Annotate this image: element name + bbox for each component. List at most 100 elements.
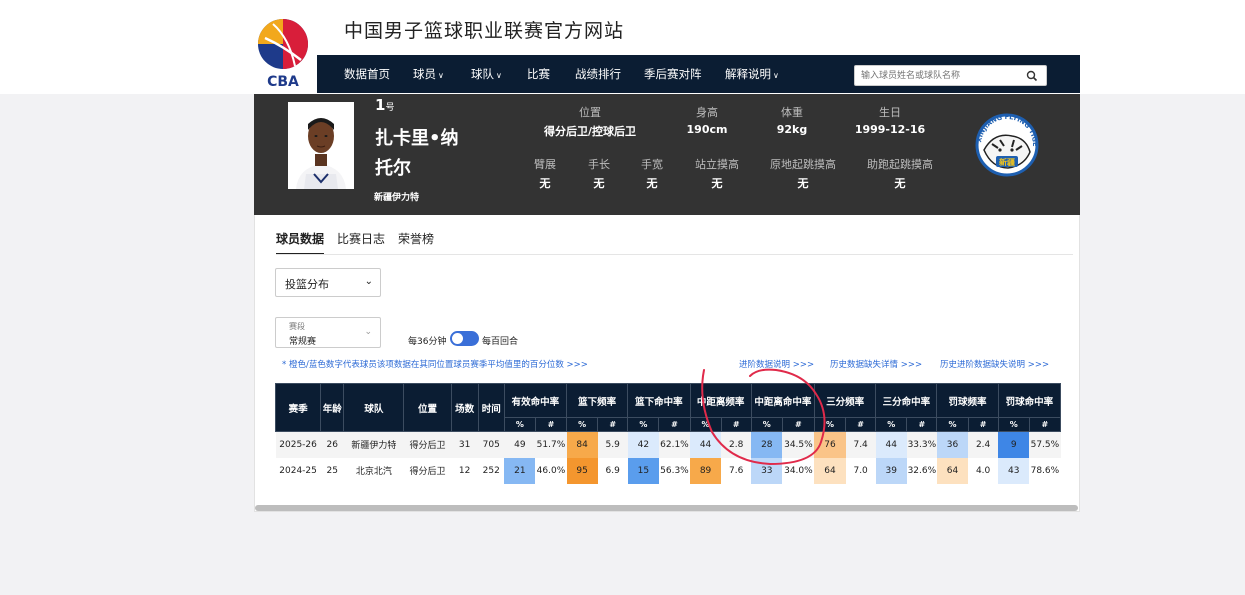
column-header[interactable]: 场数 [450,383,479,432]
player-team: 新疆伊力特 [374,193,420,203]
group-header[interactable]: 罚球命中率 [997,383,1062,418]
percentile-cell: 42 [627,431,659,458]
sub-header[interactable]: % [750,417,783,432]
table-row: 2025-26 26 新疆伊力特 得分后卫 31 705 49 51.7% 84 5.9 42 62.… [275,431,1061,458]
percentile-cell: 43 [998,457,1030,484]
cba-logo[interactable]: CBA [255,16,311,90]
search-box[interactable] [854,65,1047,86]
info-link[interactable]: 历史数据缺失详情 >>> [830,358,922,370]
group-header[interactable]: 中距离命中率 [750,383,815,418]
value-cell: 6.9 [597,457,628,484]
nav-item[interactable]: 球员 ∨ [413,55,444,93]
table-cell: 新疆伊力特 [343,431,404,458]
group-header[interactable]: 三分命中率 [875,383,938,418]
group-header[interactable]: 篮下命中率 [627,383,691,418]
table-cell: 252 [478,457,505,484]
sub-header[interactable]: # [534,417,568,432]
value-cell: 7.0 [845,457,876,484]
group-header[interactable]: 罚球频率 [936,383,999,418]
player-stat-value: 得分后卫/控球后卫 [543,125,637,138]
nav-item-label: 球员 [413,67,436,81]
tab-1[interactable]: 比赛日志 [337,230,385,253]
column-header[interactable]: 位置 [403,383,452,432]
nav-item-label: 比赛 [527,67,550,81]
player-stat-label: 位置 [579,106,601,119]
column-header[interactable]: 球队 [343,383,405,432]
percentile-cell: 36 [936,431,969,458]
value-cell: 34.0% [782,457,815,484]
sub-header[interactable]: # [906,417,938,432]
sub-header[interactable]: % [936,417,969,432]
column-header[interactable]: 时间 [477,383,505,432]
sub-header[interactable]: # [720,417,752,432]
nav-item[interactable]: 比赛 [527,55,550,93]
sub-header[interactable]: % [997,417,1030,432]
value-cell: 4.0 [968,457,999,484]
sub-header[interactable]: % [627,417,660,432]
horizontal-scrollbar[interactable] [255,505,1078,511]
value-cell: 2.8 [721,431,752,458]
table-cell: 得分后卫 [403,431,452,458]
player-stat: 生日 1999-12-16 [835,104,945,136]
sub-header[interactable]: # [781,417,815,432]
value-cell: 62.1% [658,431,690,458]
group-header[interactable]: 中距离频率 [689,383,752,418]
player-stat: 原地起跳摸高无 [748,156,858,191]
shooting-stats-table: 赛季 年龄 球队 位置 场数 时间 有效命中率 篮下频率 篮下命中率 中距离频率 中距离命中率 三分频… [274,383,1062,484]
player-photo [288,102,354,189]
group-header[interactable]: 三分频率 [813,383,877,418]
sub-header[interactable]: % [875,417,908,432]
nav-item[interactable]: 季后赛对阵 [644,55,702,93]
column-header[interactable]: 年龄 [320,383,345,432]
table-cell: 得分后卫 [403,457,452,484]
column-header[interactable]: 赛季 [274,383,322,432]
player-stat-label: 体重 [781,106,803,119]
info-link[interactable]: 历史进阶数据缺失说明 >>> [940,358,1049,370]
group-header[interactable]: 有效命中率 [503,383,568,418]
category-select[interactable]: 投篮分布 ⌄ [275,268,381,297]
percentile-cell: 64 [936,457,969,484]
sub-header[interactable]: % [689,417,722,432]
table-cell: 北京北汽 [343,457,404,484]
value-cell: 2.4 [968,431,999,458]
percentile-cell: 49 [504,431,536,458]
info-link[interactable]: 进阶数据说明 >>> [739,358,814,370]
chevron-down-icon: ∨ [438,71,444,80]
value-cell: 33.3% [906,431,937,458]
season-type-select[interactable]: 赛段 常规赛 ⌄ [275,317,381,348]
player-stat: 位置得分后卫/控球后卫 [535,104,645,139]
nav-item[interactable]: 数据首页 [344,55,390,93]
nav-item[interactable]: 战绩排行 [575,55,621,93]
player-hero: 1号 扎卡里•纳托尔 新疆伊力特 位置 得分后卫/控球后卫 身高 190cm 体重 92k… [254,94,1080,215]
search-input[interactable] [861,68,1021,84]
sub-header[interactable]: # [845,417,877,432]
sub-header[interactable]: # [967,417,999,432]
player-name: 扎卡里•纳托尔 [375,128,459,179]
tab-0[interactable]: 球员数据 [276,230,325,255]
value-cell: 5.9 [597,431,628,458]
sub-header[interactable]: % [503,417,536,432]
percentile-cell: 89 [690,457,722,484]
nav-item[interactable]: 球队 ∨ [471,55,502,93]
sub-header[interactable]: # [1028,417,1062,432]
player-stat: 助跑起跳摸高无 [845,156,955,191]
per-mode-toggle[interactable] [450,331,479,346]
sub-header[interactable]: % [566,417,599,432]
value-cell: 78.6% [1029,457,1061,484]
nav-item[interactable]: 解释说明 ∨ [725,55,779,93]
tab-2[interactable]: 荣誉榜 [398,230,434,253]
player-stat-value: 无 [797,177,809,190]
sub-header[interactable]: # [658,417,691,432]
toggle-left-label: 每36分钟 [408,337,447,347]
chevron-down-icon: ∨ [496,71,502,80]
group-header[interactable]: 篮下频率 [566,383,629,418]
percentile-cell: 84 [566,431,598,458]
sub-header[interactable]: % [813,417,847,432]
percentile-cell: 44 [875,431,907,458]
value-cell: 32.6% [906,457,937,484]
player-stat-label: 生日 [879,106,901,119]
sub-header[interactable]: # [597,417,629,432]
percentile-cell: 33 [751,457,783,484]
toggle-knob [452,333,463,344]
search-icon[interactable] [1026,70,1038,82]
